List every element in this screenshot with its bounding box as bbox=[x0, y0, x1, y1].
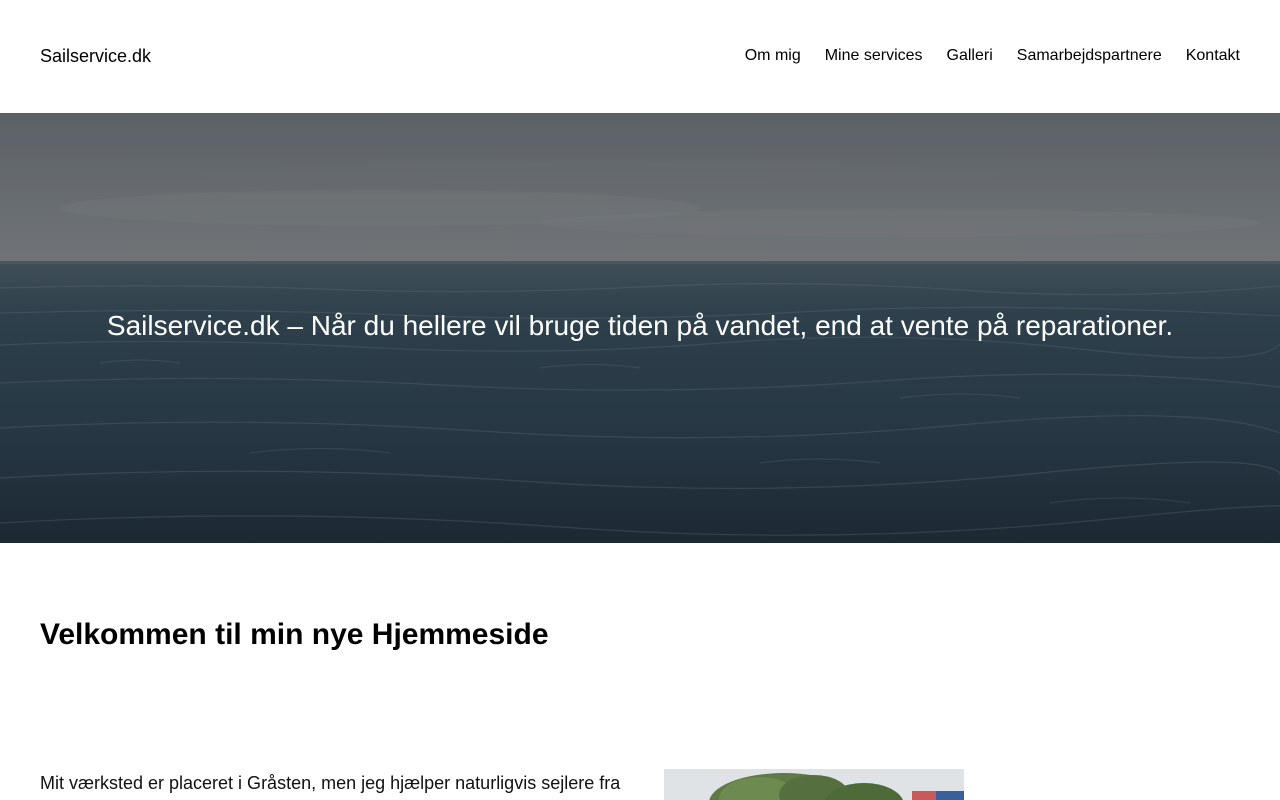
main-nav: Om mig Mine services Galleri Samarbejdsp… bbox=[745, 46, 1240, 66]
site-header: Sailservice.dk Om mig Mine services Gall… bbox=[0, 0, 1280, 113]
workshop-photo bbox=[664, 769, 964, 800]
intro-paragraph: Mit værksted er placeret i Gråsten, men … bbox=[40, 773, 621, 793]
nav-item-om-mig[interactable]: Om mig bbox=[745, 46, 801, 66]
welcome-heading: Velkommen til min nye Hjemmeside bbox=[40, 618, 549, 651]
nav-item-kontakt[interactable]: Kontakt bbox=[1186, 46, 1240, 66]
site-title-link[interactable]: Sailservice.dk bbox=[40, 45, 151, 67]
nav-item-galleri[interactable]: Galleri bbox=[947, 46, 993, 66]
nav-item-samarbejdspartnere[interactable]: Samarbejdspartnere bbox=[1017, 46, 1162, 66]
nav-item-mine-services[interactable]: Mine services bbox=[825, 46, 923, 66]
hero-heading: Sailservice.dk – Når du hellere vil brug… bbox=[106, 310, 1174, 341]
workshop-image bbox=[664, 769, 964, 800]
hero-banner: Sailservice.dk – Når du hellere vil brug… bbox=[0, 113, 1280, 543]
